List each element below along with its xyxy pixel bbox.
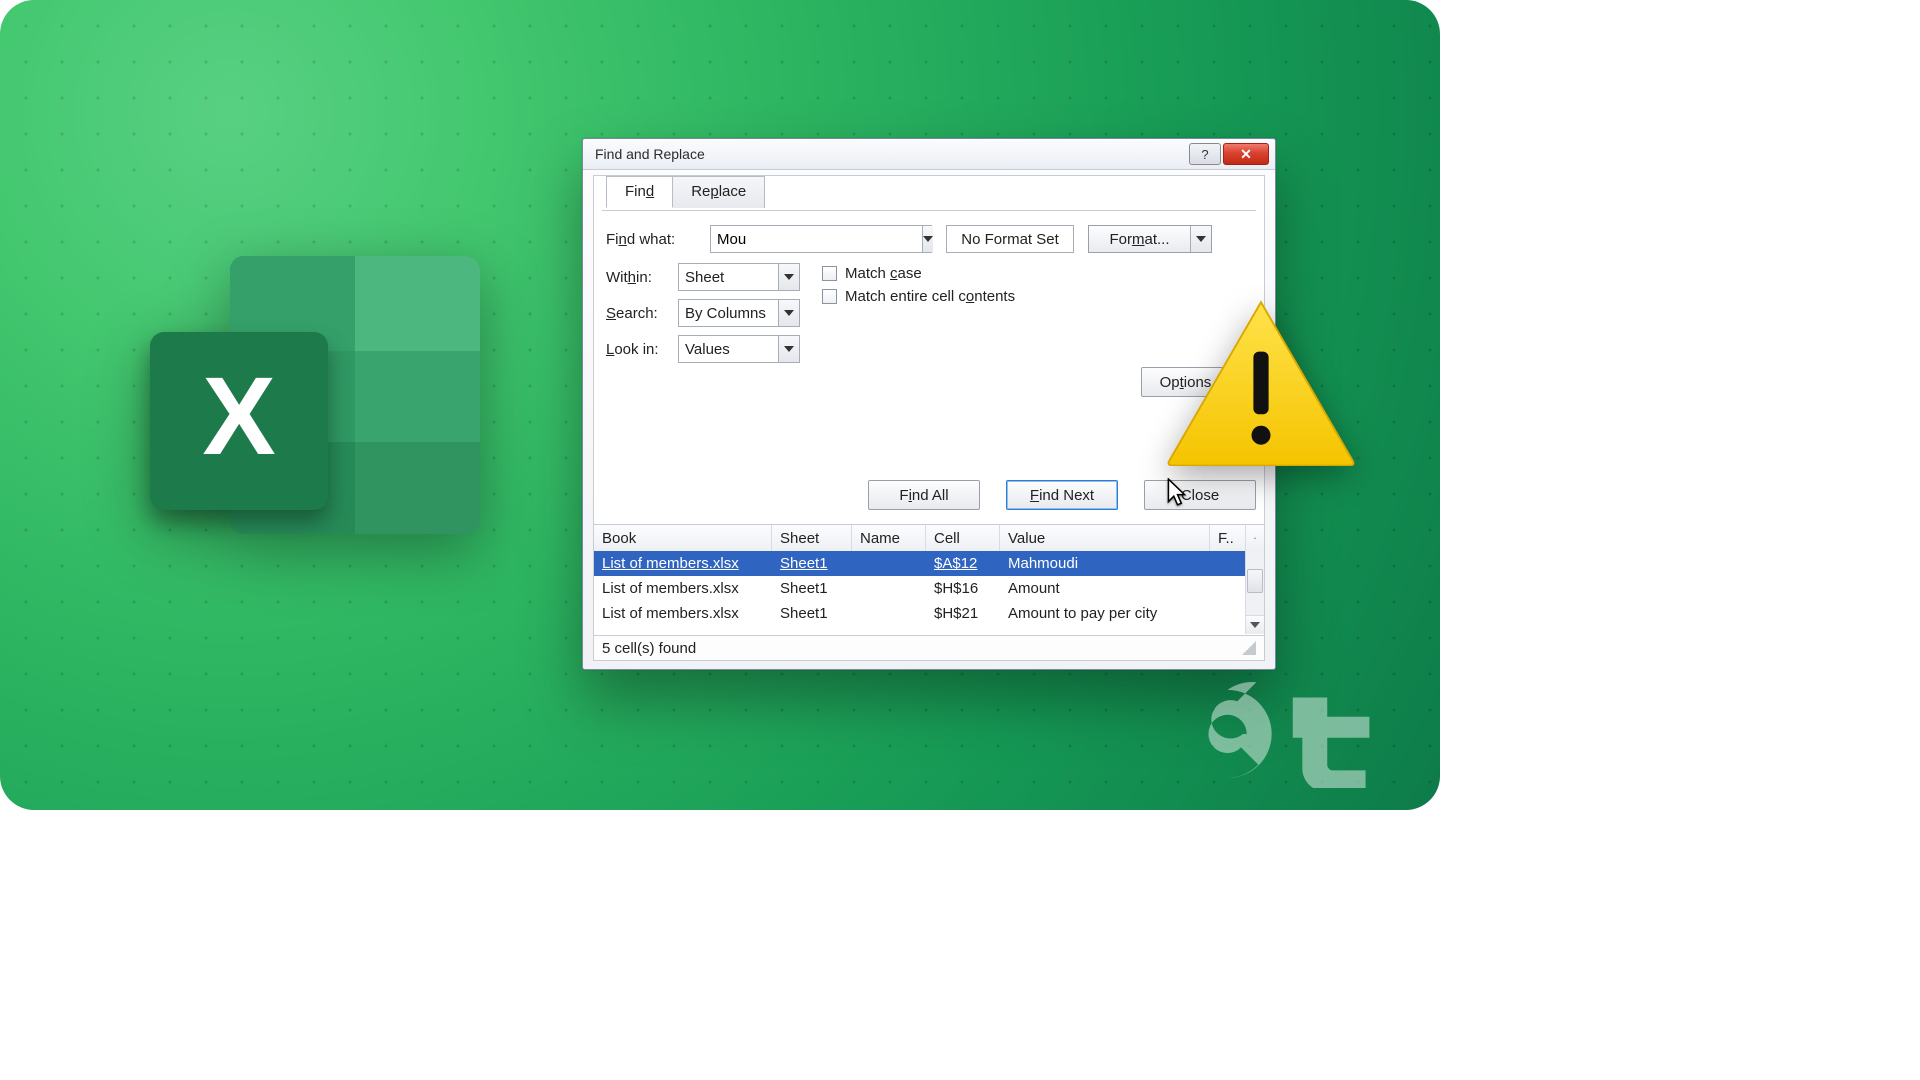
search-dropdown[interactable]: By Columns	[678, 299, 800, 327]
col-formula[interactable]: F..	[1210, 525, 1246, 551]
format-button[interactable]: Format...	[1088, 225, 1212, 253]
lookin-dropdown[interactable]: Values	[678, 335, 800, 363]
col-value[interactable]: Value	[1000, 525, 1210, 551]
format-dropdown-caret[interactable]	[1190, 226, 1211, 252]
result-row[interactable]: List of members.xlsx Sheet1 $H$16 Amount	[594, 576, 1246, 601]
warning-icon	[1166, 298, 1356, 466]
tab-find[interactable]: Find	[606, 176, 673, 208]
help-button[interactable]: ?	[1189, 143, 1221, 165]
find-all-button[interactable]: Find All	[868, 480, 980, 510]
within-label: Within:	[602, 269, 678, 286]
find-what-input[interactable]	[710, 225, 932, 253]
results-body: List of members.xlsx Sheet1 $A$12 Mahmou…	[594, 551, 1246, 634]
titlebar[interactable]: Find and Replace ? ✕	[583, 139, 1275, 170]
lookin-label: Look in:	[602, 341, 678, 358]
status-text: 5 cell(s) found	[602, 640, 696, 657]
find-panel: Find what: No Format Set Format...	[602, 210, 1256, 371]
close-button[interactable]: Close	[1144, 480, 1256, 510]
excel-letter: X	[202, 362, 275, 472]
checkbox-icon	[822, 289, 837, 304]
result-row[interactable]: List of members.xlsx Sheet1 $H$21 Amount…	[594, 601, 1246, 626]
tab-replace[interactable]: Replace	[672, 176, 765, 208]
status-bar: 5 cell(s) found	[594, 635, 1264, 660]
col-name[interactable]: Name	[852, 525, 926, 551]
window-close-button[interactable]: ✕	[1223, 143, 1269, 165]
checkbox-icon	[822, 266, 837, 281]
scroll-down-button[interactable]	[1246, 615, 1264, 634]
results-scrollbar[interactable]	[1245, 551, 1264, 634]
find-what-history-dropdown[interactable]	[922, 226, 933, 252]
scrollbar-thumb[interactable]	[1247, 569, 1263, 593]
within-dropdown[interactable]: Sheet	[678, 263, 800, 291]
chevron-down-icon	[778, 300, 799, 326]
results-table: Book Sheet Name Cell Value F.. List of m…	[594, 524, 1264, 634]
search-label: Search:	[602, 305, 678, 322]
find-what-label: Find what:	[602, 231, 710, 248]
result-row[interactable]: List of members.xlsx Sheet1 $A$12 Mahmou…	[594, 551, 1246, 576]
scroll-up-button[interactable]	[1246, 525, 1264, 551]
match-case-checkbox[interactable]: Match case	[822, 265, 1015, 282]
match-entire-checkbox[interactable]: Match entire cell contents	[822, 288, 1015, 305]
chevron-down-icon	[778, 336, 799, 362]
dialog-title: Find and Replace	[595, 146, 1187, 162]
col-sheet[interactable]: Sheet	[772, 525, 852, 551]
format-preview: No Format Set	[946, 225, 1074, 253]
excel-tile: X	[150, 332, 328, 510]
resize-grip-icon[interactable]	[1242, 641, 1256, 655]
find-what-field[interactable]	[711, 226, 922, 252]
results-header[interactable]: Book Sheet Name Cell Value F..	[594, 525, 1264, 552]
find-next-button[interactable]: Find Next	[1006, 480, 1118, 510]
dialog-body: Find Replace Find what:	[593, 175, 1265, 661]
chevron-down-icon	[778, 264, 799, 290]
excel-logo: X	[138, 248, 488, 548]
col-cell[interactable]: Cell	[926, 525, 1000, 551]
col-book[interactable]: Book	[594, 525, 772, 551]
gt-watermark-icon	[1172, 678, 1402, 788]
